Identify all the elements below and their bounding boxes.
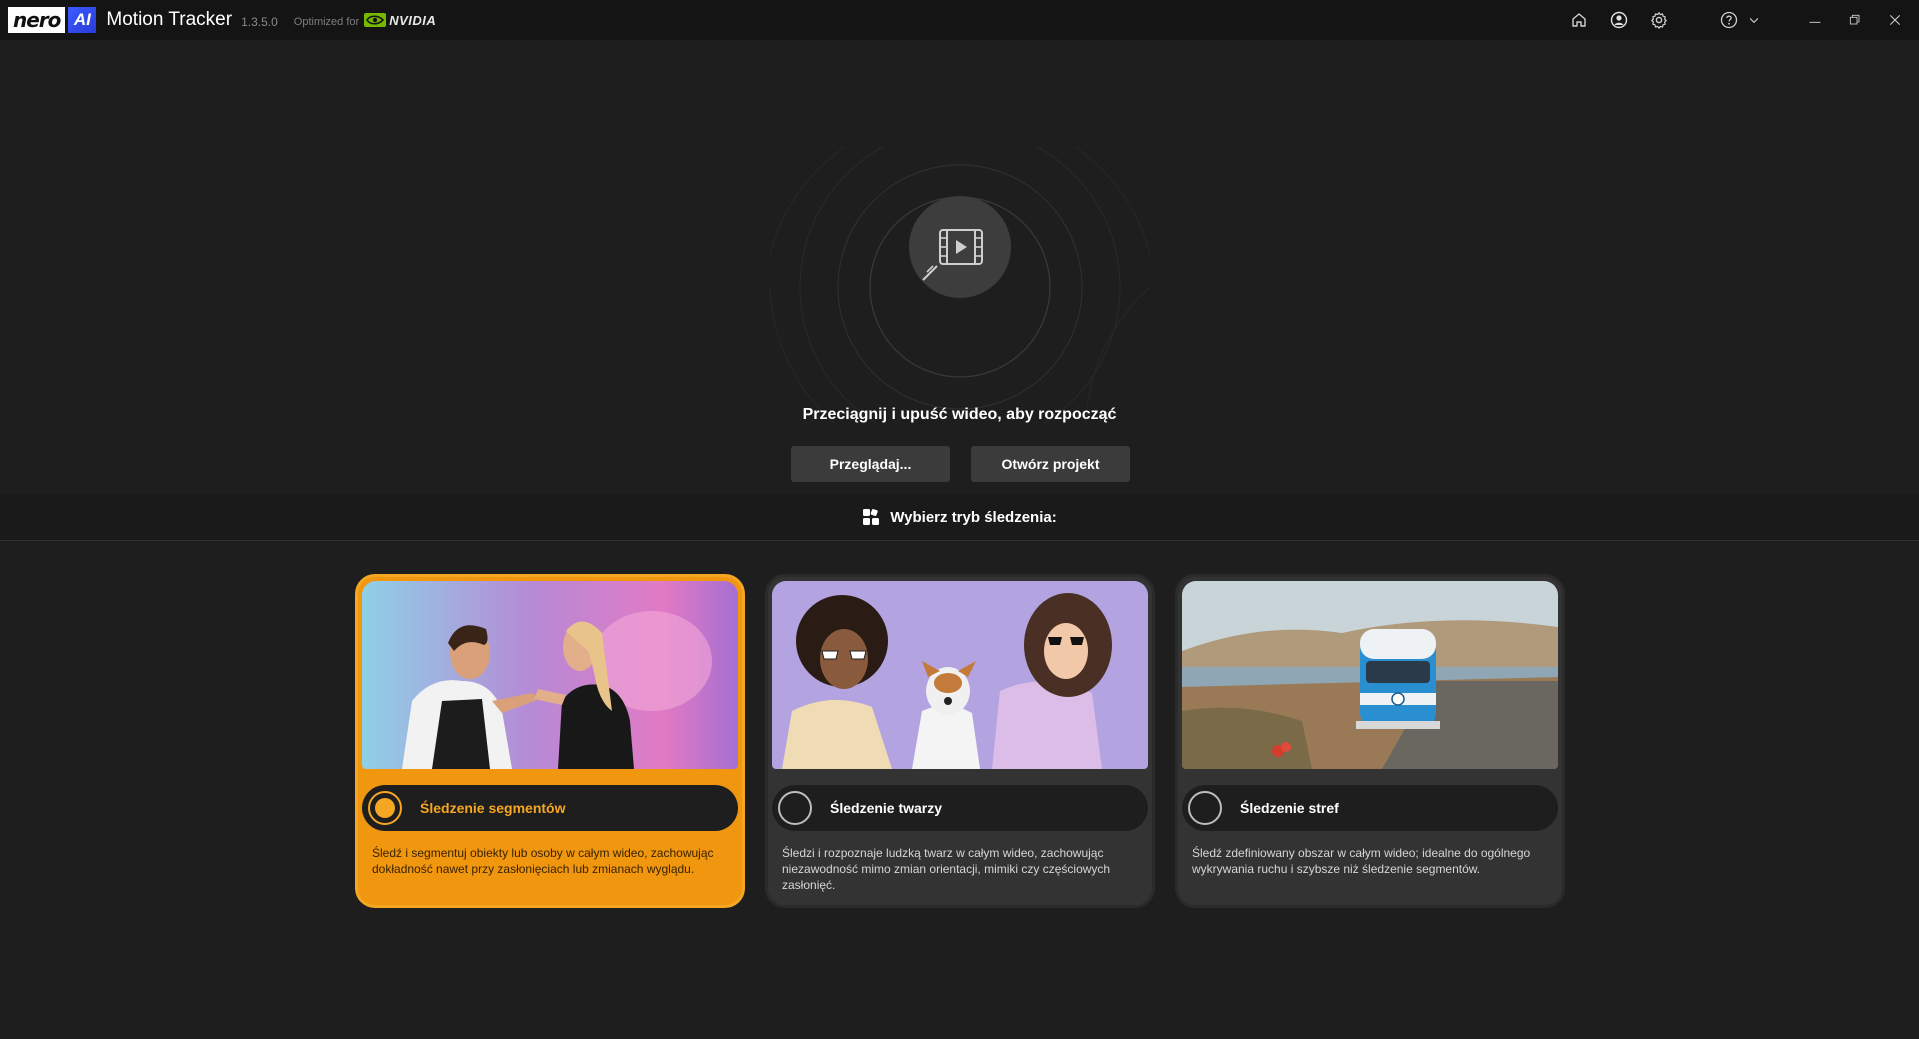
- chevron-down-icon[interactable]: [1743, 0, 1765, 40]
- nvidia-wordmark: NVIDIA: [389, 12, 437, 28]
- video-file-icon: [909, 196, 1011, 298]
- app-version: 1.3.5.0: [241, 15, 278, 29]
- browse-button[interactable]: Przeglądaj...: [791, 446, 950, 482]
- open-project-button[interactable]: Otwórz projekt: [971, 446, 1130, 482]
- tracking-mode-header: Wybierz tryb śledzenia:: [0, 494, 1919, 541]
- zones-label: Śledzenie stref: [1240, 800, 1339, 816]
- segments-label: Śledzenie segmentów: [420, 800, 566, 816]
- restore-icon[interactable]: [1835, 0, 1875, 40]
- optimized-for-label: Optimized for: [293, 16, 360, 28]
- zones-option[interactable]: Śledzenie stref: [1182, 785, 1558, 831]
- video-drop-zone[interactable]: Przeciągnij i upuść wideo, aby rozpocząć…: [0, 40, 1919, 494]
- modes-grid-icon: [863, 508, 880, 525]
- tracking-mode-title: Wybierz tryb śledzenia:: [890, 508, 1057, 526]
- minimize-icon[interactable]: [1795, 0, 1835, 40]
- help-icon[interactable]: [1715, 0, 1743, 40]
- home-icon[interactable]: [1559, 0, 1599, 40]
- faces-radio[interactable]: [778, 791, 812, 825]
- app-title: Motion Tracker: [106, 9, 233, 30]
- segments-radio[interactable]: [368, 791, 402, 825]
- faces-preview-image: [772, 581, 1148, 769]
- mode-card-faces[interactable]: Śledzenie twarzy Śledzi i rozpoznaje lud…: [765, 574, 1155, 908]
- close-icon[interactable]: [1875, 0, 1915, 40]
- nvidia-logo-icon: [364, 13, 387, 27]
- faces-option[interactable]: Śledzenie twarzy: [772, 785, 1148, 831]
- drop-instruction: Przeciągnij i upuść wideo, aby rozpocząć: [802, 406, 1117, 423]
- mode-card-segments[interactable]: Śledzenie segmentów Śledź i segmentuj ob…: [355, 574, 745, 908]
- title-bar: nero AI Motion Tracker 1.3.5.0 Optimized…: [0, 0, 1919, 40]
- settings-icon[interactable]: [1639, 0, 1679, 40]
- zones-description: Śledź zdefiniowany obszar w całym wideo;…: [1192, 846, 1531, 876]
- segments-preview-image: [362, 581, 738, 769]
- nero-logo: nero: [8, 7, 66, 33]
- radio-selected-dot: [375, 798, 395, 818]
- mode-card-zones[interactable]: Śledzenie stref Śledź zdefiniowany obsza…: [1175, 574, 1565, 908]
- faces-label: Śledzenie twarzy: [830, 800, 943, 816]
- ai-logo: AI: [68, 7, 97, 33]
- tracking-mode-cards: Śledzenie segmentów Śledź i segmentuj ob…: [355, 574, 1566, 908]
- zones-preview-image: [1182, 581, 1558, 769]
- zones-radio[interactable]: [1188, 791, 1222, 825]
- account-icon[interactable]: [1599, 0, 1639, 40]
- segments-option[interactable]: Śledzenie segmentów: [362, 785, 738, 831]
- segments-description: Śledź i segmentuj obiekty lub osoby w ca…: [372, 846, 714, 876]
- faces-description: Śledzi i rozpoznaje ludzką twarz w całym…: [782, 846, 1111, 892]
